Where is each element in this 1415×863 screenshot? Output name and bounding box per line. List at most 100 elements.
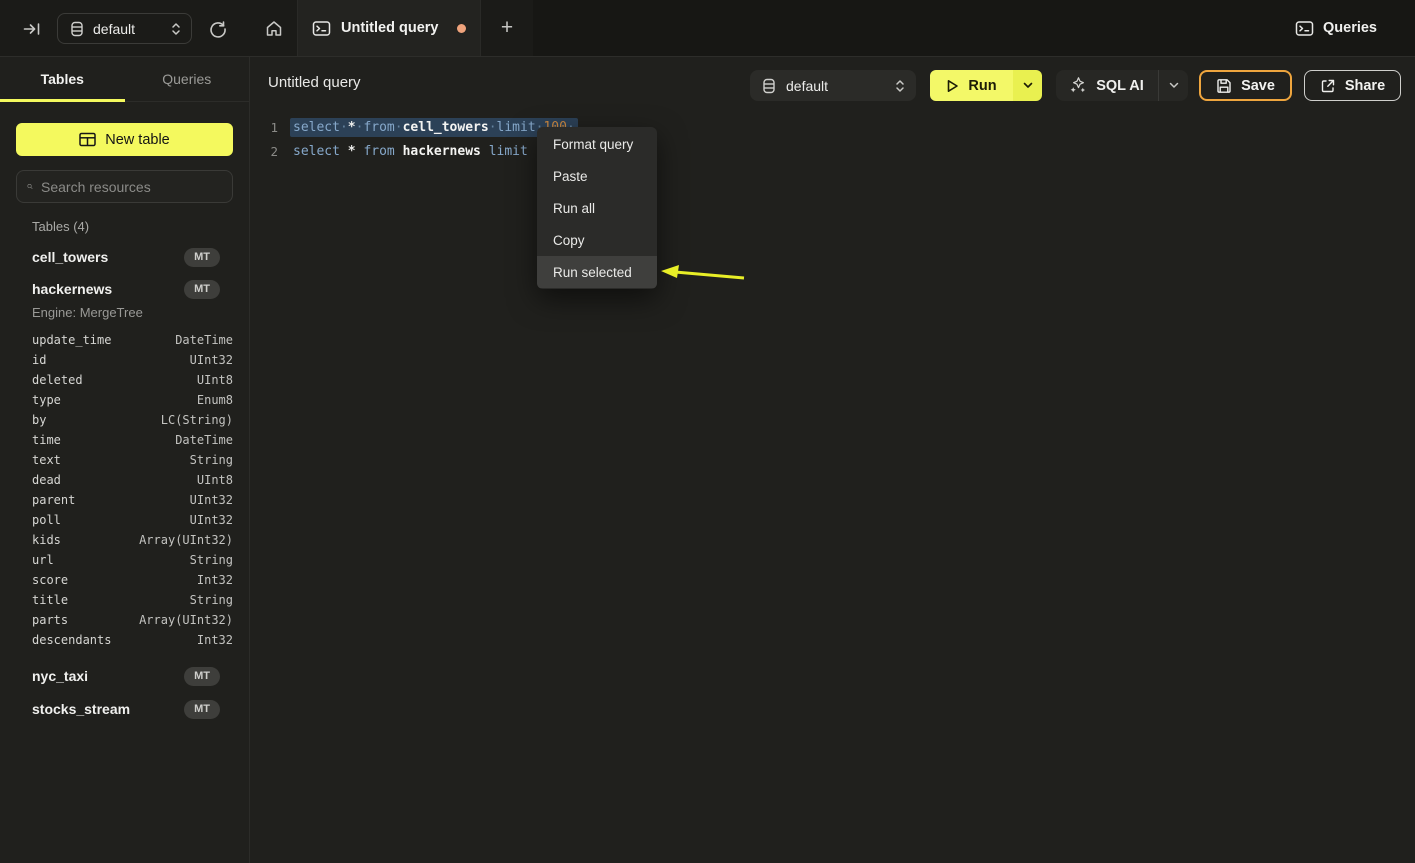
column-name: time [32,433,61,447]
column-type: Enum8 [197,393,233,407]
sidebar-tab-queries[interactable]: Queries [125,57,250,101]
table-row-stocks-stream[interactable]: stocks_stream MT [0,698,249,720]
table-row-cell-towers[interactable]: cell_towers MT [0,246,249,268]
engine-badge: MT [184,248,220,267]
column-row: kidsArray(UInt32) [32,530,233,550]
toolbar-database-selector[interactable]: default [750,70,916,101]
code-token: hackernews [403,144,481,159]
column-name: poll [32,513,61,527]
query-terminal-icon [312,20,331,37]
column-type: Int32 [197,573,233,587]
code-token: select [293,144,340,159]
engine-label: Engine: MergeTree [32,305,143,320]
topbar-database-value: default [93,21,162,37]
table-name: cell_towers [32,249,184,265]
column-name: title [32,593,68,607]
column-row: update_timeDateTime [32,330,233,350]
column-type: DateTime [175,433,233,447]
column-type: UInt32 [190,513,233,527]
column-name: by [32,413,46,427]
column-row: byLC(String) [32,410,233,430]
line-content: select·*·from·cell_towers·limit·100· [290,118,578,137]
column-type: DateTime [175,333,233,347]
query-title: Untitled query [268,74,361,91]
top-bar: default Untitled query + Queries [0,0,1415,57]
code-token [481,144,489,159]
sql-ai-options-button[interactable] [1158,70,1188,101]
menu-item-format-query[interactable]: Format query [537,128,657,160]
queries-button-label: Queries [1323,20,1377,36]
refresh-icon [209,20,227,38]
menu-item-copy[interactable]: Copy [537,224,657,256]
column-row: deadUInt8 [32,470,233,490]
home-icon [265,20,283,37]
column-name: text [32,453,61,467]
sql-ai-label: SQL AI [1096,78,1144,94]
chevron-up-down-icon [895,79,905,93]
sidebar-tabs: Tables Queries [0,57,249,102]
sidebar-tab-tables[interactable]: Tables [0,57,125,101]
tab-strip-background [533,0,1415,56]
tab-title: Untitled query [341,20,447,36]
topbar-database-selector[interactable]: default [57,13,192,44]
share-external-icon [1320,78,1336,94]
sidebar: Tables Queries New table Tables (4) cell… [0,57,250,863]
search-icon [27,179,33,194]
column-name: score [32,573,68,587]
engine-badge: MT [184,280,220,299]
column-type: Int32 [197,633,233,647]
collapse-sidebar-button[interactable] [20,17,44,41]
unsaved-changes-dot [457,24,466,33]
code-token: · [395,120,403,135]
code-token: * [348,144,356,159]
line-number: 1 [250,120,278,135]
save-button-label: Save [1241,78,1275,94]
tables-section-label: Tables (4) [32,219,89,234]
main-area: Untitled query default Run [250,57,1415,863]
database-icon [762,78,776,94]
queries-button[interactable]: Queries [1295,0,1377,56]
save-floppy-icon [1216,78,1232,94]
menu-item-run-all[interactable]: Run all [537,192,657,224]
column-row: deletedUInt8 [32,370,233,390]
tab-untitled-query[interactable]: Untitled query [297,0,481,56]
table-row-nyc-taxi[interactable]: nyc_taxi MT [0,665,249,687]
menu-item-run-selected[interactable]: Run selected [537,256,657,288]
new-table-button[interactable]: New table [16,123,233,156]
column-name: deleted [32,373,83,387]
hackernews-columns: update_timeDateTimeidUInt32deletedUInt8 t… [32,330,233,650]
run-button-group: Run [930,70,1042,101]
code-token: select [293,120,340,135]
save-button[interactable]: Save [1199,70,1292,101]
code-token: limit [489,144,528,159]
menu-item-paste[interactable]: Paste [537,160,657,192]
table-row-hackernews[interactable]: hackernews MT [0,278,249,300]
column-row: idUInt32 [32,350,233,370]
queries-terminal-icon [1295,20,1314,37]
annotation-arrow [658,257,746,287]
column-type: Array(UInt32) [139,533,233,547]
column-type: Array(UInt32) [139,613,233,627]
code-token: · [489,120,497,135]
column-row: textString [32,450,233,470]
code-line[interactable]: 2 select * from hackernews limit [250,139,1415,163]
share-button[interactable]: Share [1304,70,1401,101]
column-row: urlString [32,550,233,570]
column-type: String [190,553,233,567]
line-number: 2 [250,144,278,159]
sql-ai-button[interactable]: SQL AI [1056,70,1158,101]
chevron-down-icon [1023,82,1033,89]
home-button[interactable] [250,0,297,56]
search-box [16,170,233,203]
code-line[interactable]: 1select·*·from·cell_towers·limit·100· [250,115,1415,139]
sql-ai-button-group: SQL AI [1056,70,1188,101]
run-button[interactable]: Run [930,70,1013,101]
search-input[interactable] [41,179,222,195]
refresh-button[interactable] [205,16,231,42]
toolbar-database-value: default [786,78,885,94]
table-icon [79,132,96,147]
new-tab-button[interactable]: + [481,0,533,56]
run-options-button[interactable] [1013,70,1042,101]
line-content: select * from hackernews limit [290,142,539,161]
sql-editor[interactable]: 1select·*·from·cell_towers·limit·100·2se… [250,115,1415,163]
